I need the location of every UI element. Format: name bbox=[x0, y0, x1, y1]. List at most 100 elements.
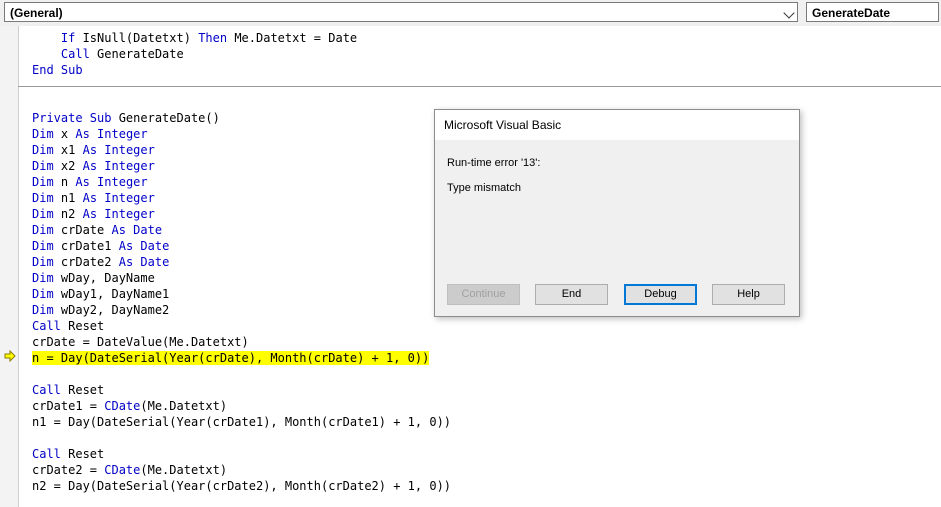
code-token: wDay, DayName bbox=[53, 271, 155, 285]
code-text[interactable]: If IsNull(Datetxt) Then Me.Datetxt = Dat… bbox=[32, 30, 451, 494]
code-line[interactable]: crDate1 = CDate(Me.Datetxt) bbox=[32, 398, 451, 414]
code-keyword: CDate bbox=[104, 399, 141, 413]
code-line[interactable]: Dim crDate2 As Date bbox=[32, 254, 451, 270]
code-keyword: Dim bbox=[32, 191, 54, 205]
code-keyword: Call bbox=[32, 447, 61, 461]
code-keyword: If bbox=[60, 31, 76, 45]
procedure-combo-value: GenerateDate bbox=[812, 6, 891, 20]
code-keyword: Dim bbox=[32, 127, 54, 141]
continue-button[interactable]: Continue bbox=[447, 284, 520, 305]
code-line[interactable]: Dim crDate As Date bbox=[32, 222, 451, 238]
code-line[interactable]: Call Reset bbox=[32, 382, 451, 398]
code-keyword: Then bbox=[198, 31, 228, 45]
code-token: n1 = Day(DateSerial(Year(crDate1), Month… bbox=[32, 415, 452, 429]
code-keyword: Call bbox=[32, 383, 61, 397]
code-keyword: Dim bbox=[32, 207, 54, 221]
code-token: n bbox=[53, 175, 76, 189]
chevron-down-icon[interactable] bbox=[783, 7, 795, 19]
object-combo-value: (General) bbox=[10, 6, 63, 20]
execution-point-arrow-icon bbox=[4, 350, 16, 362]
code-line[interactable] bbox=[32, 94, 451, 110]
code-token: n2 bbox=[53, 207, 83, 221]
code-keyword: Private Sub bbox=[32, 111, 112, 125]
dialog-title: Microsoft Visual Basic bbox=[435, 110, 799, 140]
code-line[interactable]: Dim x1 As Integer bbox=[32, 142, 451, 158]
code-token: wDay2, DayName2 bbox=[53, 303, 170, 317]
code-line[interactable] bbox=[32, 430, 451, 446]
code-window-toolbar: (General) GenerateDate bbox=[0, 0, 941, 26]
code-line[interactable]: Call Reset bbox=[32, 446, 451, 462]
code-token: x2 bbox=[53, 159, 83, 173]
object-combo[interactable]: (General) bbox=[4, 2, 798, 22]
code-token: IsNull(Datetxt) bbox=[75, 31, 199, 45]
code-token: GenerateDate bbox=[89, 47, 184, 61]
code-keyword: End Sub bbox=[32, 63, 83, 77]
procedure-combo[interactable]: GenerateDate bbox=[806, 2, 939, 22]
code-keyword: Dim bbox=[32, 143, 54, 157]
code-line[interactable]: Dim x2 As Integer bbox=[32, 158, 451, 174]
code-line[interactable]: Private Sub GenerateDate() bbox=[32, 110, 451, 126]
code-line[interactable]: Dim n1 As Integer bbox=[32, 190, 451, 206]
code-line[interactable]: Dim x As Integer bbox=[32, 126, 451, 142]
code-token: Reset bbox=[60, 383, 105, 397]
code-keyword: As Integer bbox=[82, 191, 155, 205]
code-keyword: As Integer bbox=[75, 127, 148, 141]
code-line[interactable]: n2 = Day(DateSerial(Year(crDate2), Month… bbox=[32, 478, 451, 494]
code-keyword: As Integer bbox=[82, 159, 155, 173]
code-line[interactable]: n = Day(DateSerial(Year(crDate), Month(c… bbox=[32, 350, 451, 366]
highlighted-statement: n = Day(DateSerial(Year(crDate), Month(c… bbox=[32, 351, 430, 365]
code-line[interactable]: Call GenerateDate bbox=[32, 46, 451, 62]
code-line[interactable]: crDate = DateValue(Me.Datetxt) bbox=[32, 334, 451, 350]
code-line[interactable] bbox=[32, 366, 451, 382]
code-token: Me.Datetxt = Date bbox=[227, 31, 358, 45]
code-token: n1 bbox=[53, 191, 83, 205]
code-keyword: Call bbox=[60, 47, 90, 61]
code-keyword: As Date bbox=[118, 255, 170, 269]
code-keyword: Dim bbox=[32, 271, 54, 285]
code-line[interactable]: Dim crDate1 As Date bbox=[32, 238, 451, 254]
debug-button[interactable]: Debug bbox=[624, 284, 697, 305]
code-line[interactable]: Call Reset bbox=[32, 318, 451, 334]
end-button[interactable]: End bbox=[535, 284, 608, 305]
code-line[interactable]: n1 = Day(DateSerial(Year(crDate1), Month… bbox=[32, 414, 451, 430]
code-token: x bbox=[53, 127, 76, 141]
code-line[interactable]: Dim n As Integer bbox=[32, 174, 451, 190]
code-keyword: As Integer bbox=[82, 207, 155, 221]
code-token: GenerateDate() bbox=[111, 111, 220, 125]
error-message-text: Type mismatch bbox=[447, 182, 521, 194]
code-token: crDate1 = bbox=[32, 399, 105, 413]
code-token: n2 = Day(DateSerial(Year(crDate2), Month… bbox=[32, 479, 452, 493]
code-keyword: As Date bbox=[111, 223, 163, 237]
code-keyword: Dim bbox=[32, 303, 54, 317]
code-keyword: Dim bbox=[32, 175, 54, 189]
margin-indicator-bar[interactable] bbox=[0, 26, 19, 507]
code-line[interactable]: Dim n2 As Integer bbox=[32, 206, 451, 222]
code-keyword: Dim bbox=[32, 159, 54, 173]
code-keyword: Call bbox=[32, 319, 61, 333]
code-token: crDate1 bbox=[53, 239, 119, 253]
code-line[interactable]: crDate2 = CDate(Me.Datetxt) bbox=[32, 462, 451, 478]
help-button[interactable]: Help bbox=[712, 284, 785, 305]
code-line[interactable]: Dim wDay, DayName bbox=[32, 270, 451, 286]
code-line[interactable]: Dim wDay1, DayName1 bbox=[32, 286, 451, 302]
code-token: crDate2 = bbox=[32, 463, 105, 477]
code-keyword: CDate bbox=[104, 463, 141, 477]
runtime-error-dialog: Microsoft Visual Basic Run-time error '1… bbox=[434, 109, 800, 317]
code-keyword: Dim bbox=[32, 223, 54, 237]
code-keyword: As Integer bbox=[75, 175, 148, 189]
code-token: wDay1, DayName1 bbox=[53, 287, 170, 301]
code-keyword: Dim bbox=[32, 239, 54, 253]
code-line[interactable] bbox=[32, 78, 451, 94]
code-keyword: As Integer bbox=[82, 143, 155, 157]
code-token: crDate = DateValue(Me.Datetxt) bbox=[32, 335, 249, 349]
error-code-text: Run-time error '13': bbox=[447, 157, 541, 169]
code-keyword: Dim bbox=[32, 255, 54, 269]
code-line[interactable]: If IsNull(Datetxt) Then Me.Datetxt = Dat… bbox=[32, 30, 451, 46]
code-line[interactable]: Dim wDay2, DayName2 bbox=[32, 302, 451, 318]
code-token: crDate2 bbox=[53, 255, 119, 269]
code-line[interactable]: End Sub bbox=[32, 62, 451, 78]
code-keyword: Dim bbox=[32, 287, 54, 301]
code-token: crDate bbox=[53, 223, 112, 237]
